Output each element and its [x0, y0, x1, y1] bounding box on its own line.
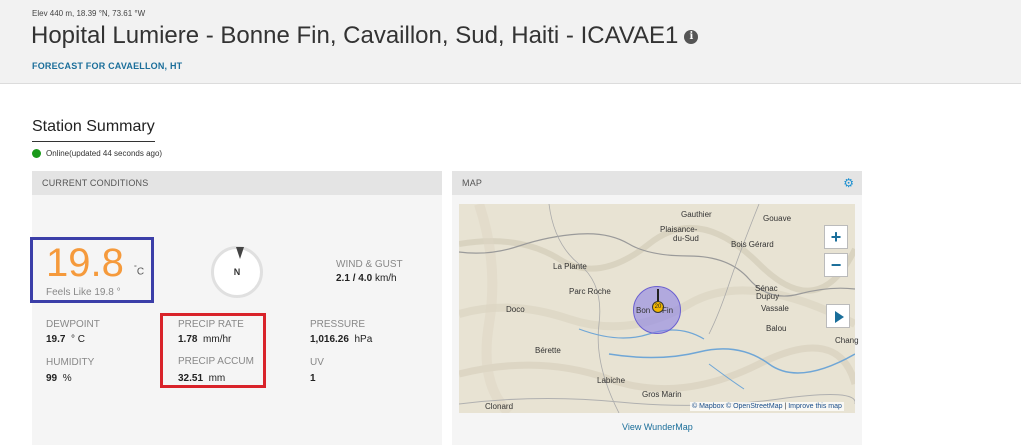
zoom-in-button[interactable]: + [824, 225, 848, 249]
compass-needle-icon [236, 247, 244, 259]
wind-gust-label: WIND & GUST [336, 259, 403, 270]
humidity-value: 99 % [46, 373, 72, 384]
online-status: Online(updated 44 seconds ago) [32, 149, 162, 158]
precip-rate-value: 1.78 mm/hr [178, 334, 232, 345]
feels-like-text: Feels Like 19.8 ° [46, 287, 121, 298]
map-label-la-plante: La Plante [553, 262, 587, 271]
zoom-out-button[interactable]: − [824, 253, 848, 277]
map-label-vassale: Vassale [761, 304, 789, 313]
current-conditions-heading: CURRENT CONDITIONS [32, 171, 442, 195]
humidity-label: HUMIDITY [46, 357, 95, 368]
current-conditions-panel: CURRENT CONDITIONS [32, 171, 442, 445]
uv-label: UV [310, 357, 324, 368]
station-header: Elev 440 m, 18.39 °N, 73.61 °W Hopital L… [0, 0, 1021, 84]
station-summary-title: Station Summary [32, 118, 155, 142]
map-label-clonard: Clonard [485, 402, 514, 411]
play-icon[interactable] [826, 304, 850, 328]
map-label-du-sud: du-Sud [673, 234, 699, 243]
map-label-dupuy: Dupuy [756, 292, 780, 301]
map-label-berette: Bérette [535, 346, 561, 355]
temperature-value: 19.8 [46, 241, 124, 285]
map-label-labiche: Labiche [597, 376, 626, 385]
precip-rate-label: PRECIP RATE [178, 319, 244, 330]
elevation-text: Elev 440 m, 18.39 °N, 73.61 °W [32, 9, 146, 18]
forecast-link[interactable]: FORECAST FOR CAVAELLON, HT [32, 61, 182, 71]
precip-accum-label: PRECIP ACCUM [178, 356, 254, 367]
map-label-doco: Doco [506, 305, 525, 314]
gear-icon[interactable]: ⚙ [843, 177, 854, 189]
wind-compass: N [211, 246, 263, 298]
map-heading: MAP [452, 171, 862, 195]
map-label-bonne-fin-left: Bon [636, 306, 651, 315]
map-label-chang: Chang [835, 336, 859, 345]
dewpoint-label: DEWPOINT [46, 319, 100, 330]
info-icon[interactable]: i [684, 30, 699, 44]
compass-direction: N [233, 267, 241, 277]
map-label-parc-roche: Parc Roche [569, 287, 611, 296]
temperature-unit: °C [134, 265, 145, 278]
map-label-gros-marin: Gros Marin [642, 390, 682, 399]
openstreetmap-link[interactable]: © OpenStreetMap [726, 403, 783, 410]
uv-value: 1 [310, 373, 316, 384]
improve-map-link[interactable]: Improve this map [788, 403, 842, 410]
wind-gust-value: 2.1 / 4.0 km/h [336, 273, 397, 284]
dewpoint-value: 19.7 ° C [46, 334, 86, 345]
map-attribution: © Mapbox © OpenStreetMap | Improve this … [690, 402, 844, 411]
online-status-text: Online(updated 44 seconds ago) [46, 149, 163, 158]
page-title: Hopital Lumiere - Bonne Fin, Cavaillon, … [31, 22, 699, 50]
pressure-label: PRESSURE [310, 319, 366, 330]
map-label-plaisance: Plaisance- [660, 225, 698, 234]
view-wundermap-link[interactable]: View WunderMap [622, 422, 693, 432]
map-label-bois-gerard: Bois Gérard [731, 240, 774, 249]
map-label-bonne-fin-right: Fin [662, 306, 674, 315]
map-label-gauthier: Gauthier [681, 210, 712, 219]
status-dot-icon [32, 149, 41, 158]
mapbox-link[interactable]: © Mapbox [692, 403, 724, 410]
map-label-balou: Balou [766, 324, 787, 333]
station-name: Hopital Lumiere - Bonne Fin, Cavaillon, … [31, 22, 679, 49]
map-label-gouave: Gouave [763, 214, 792, 223]
pressure-value: 1,016.26 hPa [310, 334, 373, 345]
precip-accum-value: 32.51 mm [178, 373, 226, 384]
